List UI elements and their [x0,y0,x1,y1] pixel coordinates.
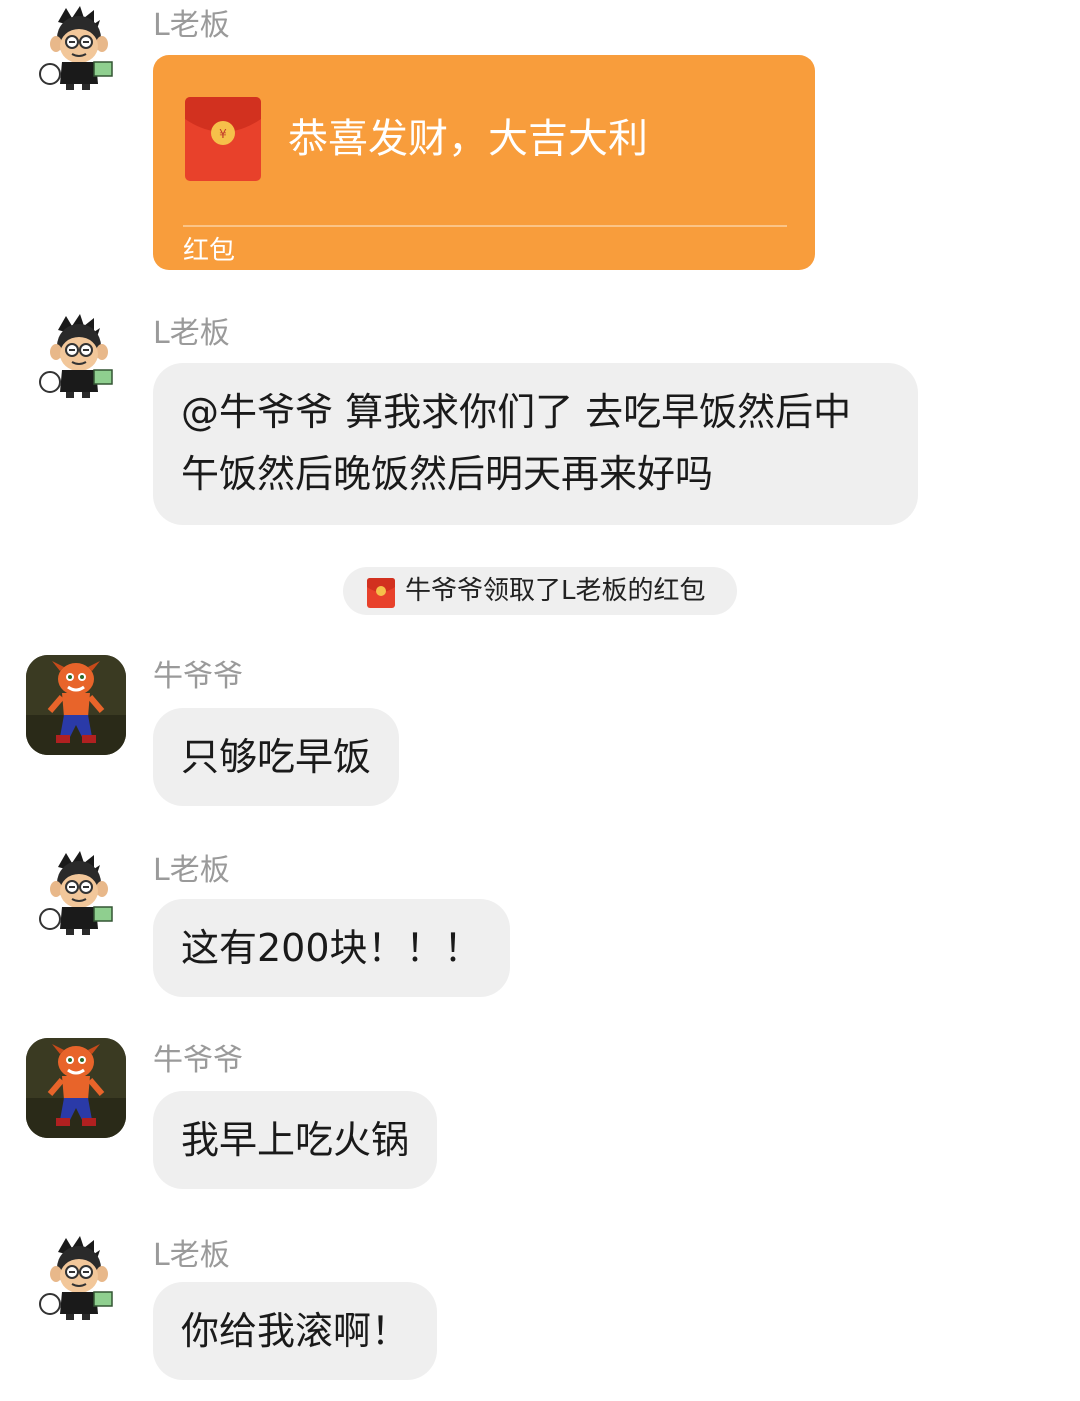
red-envelope-icon: ¥ [185,97,261,181]
sender-name: L老板 [153,853,230,888]
red-packet-divider [183,225,787,227]
crash-avatar[interactable] [26,1038,126,1138]
message-bubble[interactable]: 这有200块！！！ [153,899,510,997]
notice-text: 牛爷爷领取了L老板的红包 [405,576,706,606]
monkey-avatar[interactable] [38,6,116,92]
message-text-line: 午饭然后晚饭然后明天再来好吗 [181,452,714,496]
monkey-avatar[interactable] [38,314,116,400]
sender-name: L老板 [153,1238,230,1273]
svg-text:¥: ¥ [219,127,227,141]
message-bubble[interactable]: 你给我滚啊！ [153,1282,438,1380]
message-bubble[interactable]: 我早上吃火锅 [153,1091,438,1189]
message-bubble[interactable]: @牛爷爷 算我求你们了 去吃早饭然后中 午饭然后晚饭然后明天再来好吗 [153,363,918,525]
sender-name: 牛爷爷 [153,1043,243,1078]
message-text-line: @牛爷爷 算我求你们了 去吃早饭然后中 [181,390,852,434]
monkey-avatar[interactable] [38,1236,116,1322]
red-packet-card[interactable]: ¥ 恭喜发财，大吉大利 红包 [153,55,815,270]
red-packet-greeting: 恭喜发财，大吉大利 [288,116,648,162]
monkey-avatar[interactable] [38,851,116,937]
sender-name: L老板 [153,316,230,351]
red-packet-claimed-notice: 牛爷爷领取了L老板的红包 [343,567,737,615]
red-packet-label: 红包 [183,236,236,266]
red-packet-icon [367,576,395,608]
crash-avatar[interactable] [26,655,126,755]
message-bubble[interactable]: 只够吃早饭 [153,708,400,806]
sender-name: 牛爷爷 [153,659,243,694]
sender-name: L老板 [153,8,230,43]
